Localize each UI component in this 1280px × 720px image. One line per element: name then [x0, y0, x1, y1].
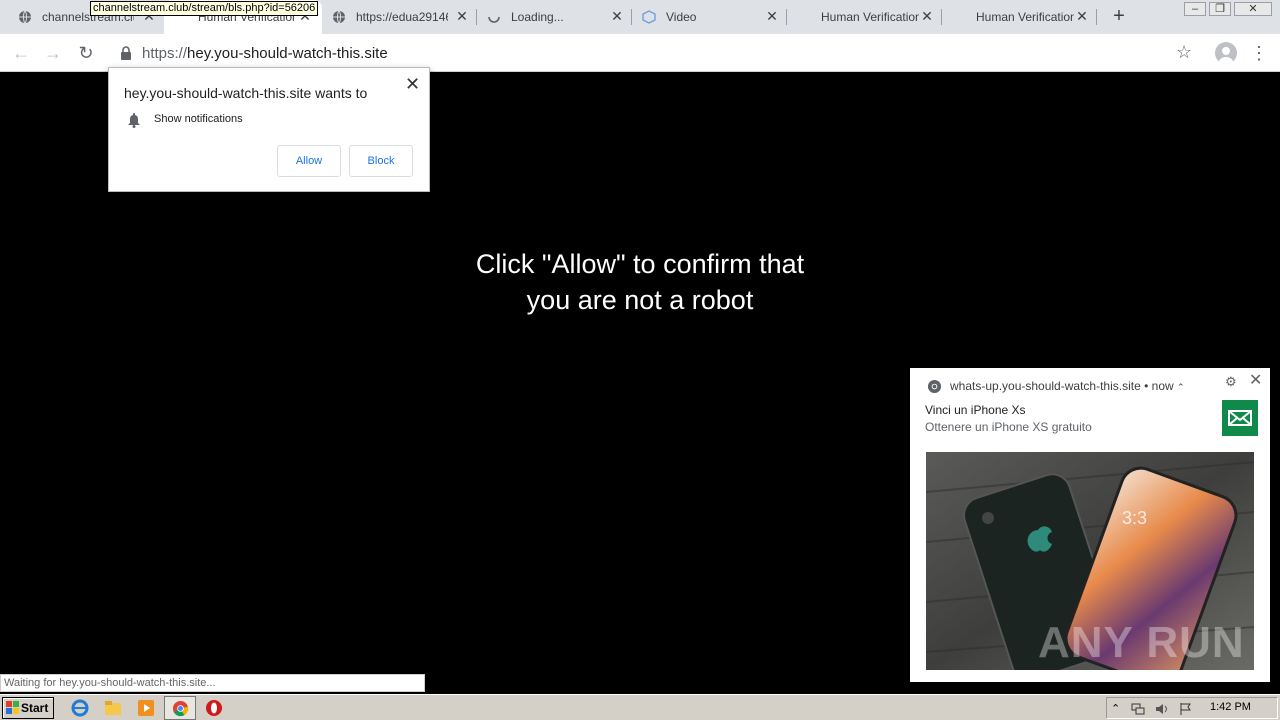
address-bar[interactable]: https://hey.you-should-watch-this.site: [110, 38, 1210, 68]
close-window-button[interactable]: ✕: [1234, 2, 1272, 16]
media-player-icon[interactable]: [137, 699, 155, 717]
message-line-2: you are not a robot: [526, 285, 754, 315]
notification-permission-dialog: hey.you-should-watch-this.site wants to …: [108, 67, 430, 192]
notification-title: Vinci un iPhone Xs: [925, 403, 1026, 417]
mail-icon: [1222, 400, 1258, 436]
spinner-icon: [488, 16, 500, 23]
bookmark-star-icon[interactable]: ☆: [1176, 42, 1192, 62]
tab-title: Human Verification: [976, 10, 1074, 24]
reload-button[interactable]: ↻: [75, 42, 97, 64]
volume-icon[interactable]: [1155, 702, 1169, 716]
notification-image: 3:3 ANY RUN: [926, 452, 1254, 670]
gear-icon[interactable]: ⚙: [1225, 374, 1237, 390]
globe-icon: [333, 10, 345, 24]
bullet-separator: •: [1144, 379, 1152, 393]
desktop-notification[interactable]: whats-up.you-should-watch-this.site • no…: [910, 368, 1270, 682]
tab-separator: [1096, 9, 1097, 25]
lock-icon: [121, 46, 131, 60]
status-bar: Waiting for hey.you-should-watch-this.si…: [0, 674, 425, 692]
link-tooltip: channelstream.club/stream/bls.php?id=562…: [90, 1, 319, 16]
svg-text:3:3: 3:3: [1122, 508, 1147, 528]
system-tray: ⌃: [1106, 697, 1278, 719]
bell-icon: [128, 113, 140, 128]
tab-title: https://edua29146: [356, 10, 448, 24]
menu-kebab-icon[interactable]: ⋮: [1250, 42, 1268, 64]
permission-close-icon[interactable]: ✕: [405, 75, 420, 93]
new-tab-button[interactable]: +: [1110, 6, 1128, 26]
tab-title: Video: [666, 10, 697, 24]
taskbar-clock[interactable]: 1:42 PM: [1210, 701, 1251, 713]
tab-close-icon[interactable]: ✕: [455, 9, 469, 23]
chevron-up-icon[interactable]: ⌃: [1177, 382, 1185, 392]
ie-icon[interactable]: [71, 699, 89, 717]
show-hidden-icons[interactable]: ⌃: [1111, 702, 1125, 716]
network-icon[interactable]: [1131, 702, 1145, 716]
minimize-button[interactable]: –: [1184, 2, 1206, 16]
url-scheme: https://: [142, 45, 188, 62]
tab-close-icon[interactable]: ✕: [920, 9, 934, 23]
url-text: https://hey.you-should-watch-this.site: [142, 45, 388, 62]
notification-close-icon[interactable]: ✕: [1249, 373, 1262, 389]
tab-video[interactable]: Video ✕: [632, 0, 787, 34]
tab-close-icon[interactable]: ✕: [765, 9, 779, 23]
notification-time: now: [1151, 379, 1174, 393]
forward-button[interactable]: →: [42, 42, 64, 64]
tab-close-icon[interactable]: ✕: [1075, 9, 1089, 23]
page-message: Click "Allow" to confirm that you are no…: [340, 246, 940, 318]
block-button[interactable]: Block: [349, 145, 413, 177]
permission-request-label: Show notifications: [154, 113, 243, 125]
message-line-1: Click "Allow" to confirm that: [475, 249, 805, 279]
tab-edua[interactable]: https://edua29146 ✕: [322, 0, 477, 34]
iphone-photo: 3:3 ANY RUN: [926, 452, 1254, 670]
tab-title: Loading...: [511, 10, 564, 24]
notification-body: Ottenere un iPhone XS gratuito: [925, 420, 1092, 434]
folder-icon[interactable]: [104, 699, 122, 717]
allow-button[interactable]: Allow: [277, 145, 341, 177]
taskbar: Start ⌃ 1:42 PM: [0, 694, 1280, 720]
video-icon: [642, 10, 656, 24]
tab-human-verification-2[interactable]: Human Verification ✕: [787, 0, 942, 34]
tab-loading[interactable]: Loading... ✕: [477, 0, 632, 34]
tab-human-verification-3[interactable]: Human Verification ✕: [942, 0, 1097, 34]
chrome-icon: [172, 700, 189, 717]
permission-title: hey.you-should-watch-this.site wants to: [124, 85, 368, 101]
windows-flag-icon: [6, 701, 19, 714]
action-center-flag-icon[interactable]: [1179, 702, 1193, 716]
start-button[interactable]: Start: [2, 697, 54, 719]
tab-close-icon[interactable]: ✕: [610, 9, 624, 23]
profile-avatar-icon[interactable]: [1215, 42, 1237, 64]
anyrun-watermark: ANY RUN: [1038, 618, 1245, 667]
globe-icon: [19, 10, 31, 24]
start-label: Start: [21, 701, 49, 715]
tab-title: Human Verification: [821, 10, 919, 24]
restore-button[interactable]: ❐: [1209, 2, 1231, 16]
opera-icon[interactable]: [205, 699, 223, 717]
chrome-taskbar-button[interactable]: [164, 696, 196, 720]
back-button[interactable]: ←: [10, 42, 32, 64]
origin-host: whats-up.you-should-watch-this.site: [950, 379, 1141, 393]
notification-origin: whats-up.you-should-watch-this.site • no…: [950, 379, 1185, 393]
chrome-icon: [927, 379, 942, 394]
url-host: hey.you-should-watch-this.site: [187, 45, 388, 62]
